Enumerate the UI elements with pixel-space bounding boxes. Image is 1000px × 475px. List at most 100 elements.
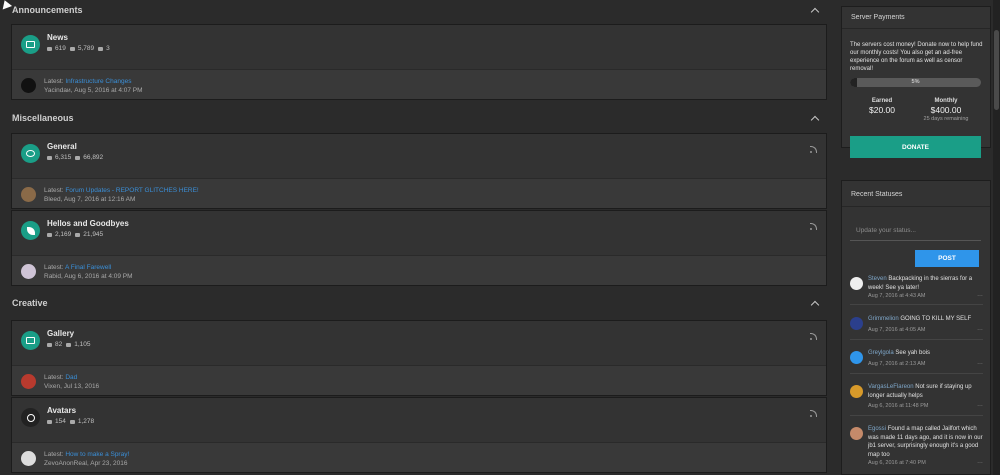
forum-title[interactable]: Gallery	[47, 329, 74, 338]
latest-thread-link[interactable]: Forum Updates - REPORT GLITCHES HERE!	[65, 187, 198, 194]
latest-meta: Bleed, Aug 7, 2016 at 12:16 AM	[44, 196, 136, 203]
threads-count: 154	[55, 418, 66, 425]
status-user[interactable]: Steven	[868, 276, 887, 282]
status-item: VargasLeFlareon Not sure if staying up l…	[850, 383, 983, 416]
days-remaining: 25 days remaining	[923, 116, 969, 122]
latest-label: Latest:	[44, 264, 64, 271]
status-item: Egossi Found a map called Jailfort which…	[850, 425, 983, 471]
latest-thread-link[interactable]: A Final Farewell	[65, 264, 111, 271]
forum-header[interactable]: News 619 5,789 3	[12, 25, 826, 69]
category-title: Miscellaneous	[12, 113, 74, 123]
avatar[interactable]	[21, 374, 36, 389]
status-text: Grimmelion GOING TO KILL MY SELF	[868, 315, 983, 324]
avatar[interactable]	[21, 78, 36, 93]
forum-stats: 6,315 66,892	[47, 154, 103, 161]
panel-title: Server Payments	[842, 7, 990, 29]
post-button[interactable]: POST	[915, 250, 979, 267]
threads-icon	[47, 342, 52, 347]
messages-icon	[66, 342, 72, 347]
forum-title[interactable]: Hellos and Goodbyes	[47, 219, 129, 228]
smiley-icon	[21, 408, 40, 427]
forum-gallery: Gallery 82 1,105 Latest: Dad Vixen, Jul …	[11, 320, 827, 396]
avatar[interactable]	[21, 264, 36, 279]
messages-count: 1,278	[77, 418, 95, 425]
status-user[interactable]: Grimmelion	[868, 316, 899, 322]
latest-thread-link[interactable]: Infrastructure Changes	[65, 78, 131, 85]
status-user[interactable]: Greylgola	[868, 350, 894, 356]
avatar[interactable]	[21, 451, 36, 466]
rss-icon[interactable]	[810, 410, 817, 417]
status-meta: Aug 6, 2016 at 7:40 PM	[868, 460, 926, 466]
category-header-miscellaneous[interactable]: Miscellaneous	[0, 108, 830, 128]
forum-stats: 82 1,105	[47, 341, 91, 348]
newspaper-icon	[21, 35, 40, 54]
threads-count: 6,315	[55, 154, 72, 161]
earned-block: Earned $20.00	[852, 98, 912, 115]
avatar[interactable]	[850, 351, 863, 364]
forum-hellos-goodbyes: Hellos and Goodbyes 2,169 21,945 Latest:…	[11, 210, 827, 286]
rss-icon[interactable]	[810, 146, 817, 153]
status-input[interactable]: Update your status...	[850, 224, 981, 241]
status-meta: Aug 7, 2016 at 4:05 AM	[868, 327, 926, 333]
forum-header[interactable]: General 6,315 66,892	[12, 134, 826, 178]
status-item: Greylgola See yah bois Aug 7, 2016 at 2:…	[850, 349, 983, 374]
more-icon[interactable]: …	[977, 292, 983, 298]
forum-list: Announcements News 619 5,789 3 Latest: I…	[0, 0, 830, 475]
forum-avatars: Avatars 154 1,278 Latest: How to make a …	[11, 397, 827, 473]
latest-thread-link[interactable]: Dad	[65, 374, 77, 381]
server-payments-panel: Server Payments	[841, 6, 991, 148]
category-header-creative[interactable]: Creative	[0, 293, 830, 313]
avatar[interactable]	[850, 427, 863, 440]
category-header-announcements[interactable]: Announcements	[0, 0, 830, 20]
avatar[interactable]	[21, 187, 36, 202]
chat-bubble-icon	[21, 144, 40, 163]
status-message: See yah bois	[895, 350, 931, 356]
rss-icon[interactable]	[810, 333, 817, 340]
avatar[interactable]	[850, 277, 863, 290]
forum-header[interactable]: Gallery 82 1,105	[12, 321, 826, 365]
forum-title[interactable]: Avatars	[47, 406, 76, 415]
more-icon[interactable]: …	[977, 360, 983, 366]
latest-meta: Rabid, Aug 6, 2016 at 4:09 PM	[44, 273, 133, 280]
chevron-up-icon[interactable]	[810, 113, 820, 123]
status-user[interactable]: VargasLeFlareon	[868, 384, 914, 390]
forum-latest: Latest: How to make a Spray! ZevoAnonRea…	[12, 442, 826, 472]
status-meta: Aug 6, 2016 at 11:48 PM	[868, 403, 929, 409]
chevron-up-icon[interactable]	[810, 298, 820, 308]
donation-progress-bar: 5%	[850, 78, 981, 87]
forum-stats: 2,169 21,945	[47, 231, 103, 238]
monthly-block: Monthly $400.00 25 days remaining	[916, 98, 976, 122]
forum-header[interactable]: Avatars 154 1,278	[12, 398, 826, 442]
forum-stats: 154 1,278	[47, 418, 94, 425]
forum-latest: Latest: A Final Farewell Rabid, Aug 6, 2…	[12, 255, 826, 285]
more-icon[interactable]: …	[977, 459, 983, 465]
image-icon	[21, 331, 40, 350]
rss-icon[interactable]	[810, 223, 817, 230]
latest-meta: Yacindaи, Aug 5, 2016 at 4:07 PM	[44, 87, 143, 94]
latest-label: Latest:	[44, 374, 64, 381]
more-icon[interactable]: …	[977, 326, 983, 332]
subforum-count: 3	[106, 45, 110, 52]
status-user[interactable]: Egossi	[868, 426, 886, 432]
messages-icon	[75, 155, 81, 160]
forum-title[interactable]: News	[47, 33, 68, 42]
threads-count: 2,169	[55, 231, 72, 238]
latest-thread-link[interactable]: How to make a Spray!	[65, 451, 129, 458]
messages-count: 66,892	[83, 154, 104, 161]
avatar[interactable]	[850, 317, 863, 330]
leaf-icon	[21, 221, 40, 240]
status-text: Egossi Found a map called Jailfort which…	[868, 425, 983, 459]
more-icon[interactable]: …	[977, 402, 983, 408]
forum-title[interactable]: General	[47, 142, 77, 151]
status-meta: Aug 7, 2016 at 4:43 AM	[868, 293, 926, 299]
latest-label: Latest:	[44, 187, 64, 194]
status-message: Found a map called Jailfort which was ma…	[868, 426, 983, 458]
messages-icon	[69, 46, 75, 51]
forum-header[interactable]: Hellos and Goodbyes 2,169 21,945	[12, 211, 826, 255]
avatar[interactable]	[850, 385, 863, 398]
forum-latest: Latest: Forum Updates - REPORT GLITCHES …	[12, 178, 826, 208]
threads-count: 619	[55, 45, 66, 52]
scrollbar-thumb[interactable]	[994, 30, 999, 110]
donate-button[interactable]: DONATE	[850, 136, 981, 158]
chevron-up-icon[interactable]	[810, 5, 820, 15]
